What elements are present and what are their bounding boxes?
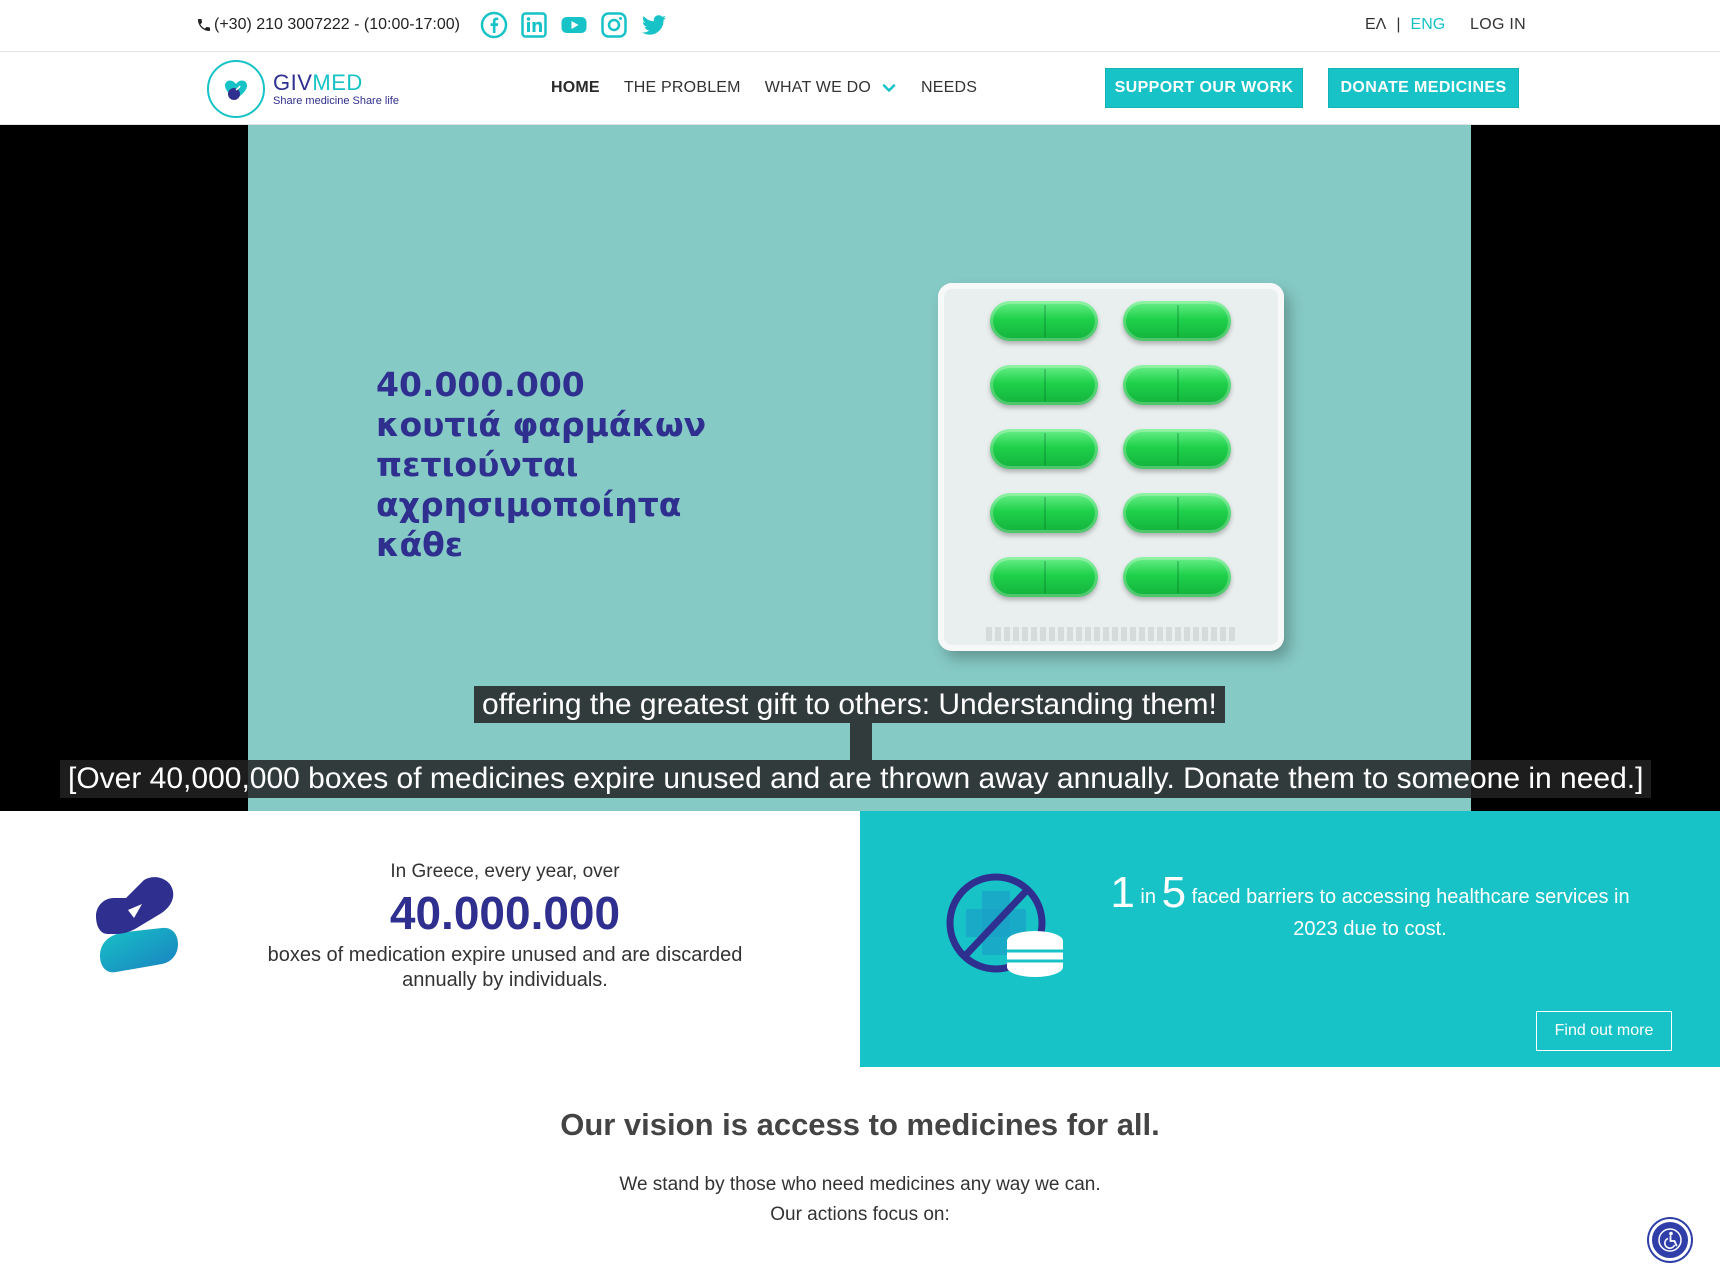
vision-subtext: We stand by those who need medicines any… — [0, 1170, 1720, 1230]
hero-line: 40.000.000 — [376, 365, 585, 404]
vision-line-1: We stand by those who need medicines any… — [619, 1174, 1101, 1195]
nav-item-needs[interactable]: NEEDS — [921, 79, 977, 97]
donate-medicines-button[interactable]: DONATE MEDICINES — [1328, 68, 1519, 108]
vision-line-2: Our actions focus on: — [770, 1204, 950, 1225]
logo-name: GIVMED — [273, 69, 363, 95]
givmed-logo[interactable]: GIVMED Share medicine Share life — [207, 60, 399, 118]
lang-greek[interactable]: ΕΛ — [1365, 16, 1386, 34]
stat-prefix: In Greece, every year, over — [390, 861, 620, 882]
stat-description: boxes of medication expire unused and ar… — [267, 944, 743, 991]
hero-greek-headline: 40.000.000 κουτιά φαρμάκων πετιούνται αχ… — [376, 365, 706, 565]
language-switcher: ΕΛ | ENG — [1365, 16, 1445, 34]
nav-menu: HOME THE PROBLEM WHAT WE DO NEEDS — [551, 79, 1001, 97]
find-out-more-button[interactable]: Find out more — [1536, 1011, 1672, 1051]
hero-line: κουτιά φαρμάκων — [376, 405, 707, 444]
facebook-icon[interactable] — [480, 11, 508, 39]
pills-stat-icon — [96, 877, 178, 973]
ratio-numerator: 1 — [1110, 868, 1135, 917]
video-caption-top: offering the greatest gift to others: Un… — [474, 686, 1225, 723]
hero-line: αχρησιμοποίητα — [376, 485, 682, 524]
lang-separator: | — [1396, 16, 1401, 33]
youtube-icon[interactable] — [560, 11, 588, 39]
accessibility-button[interactable] — [1649, 1219, 1691, 1261]
nav-item-home[interactable]: HOME — [551, 79, 600, 97]
twitter-icon[interactable] — [640, 11, 668, 39]
phone-text: (+30) 210 3007222 - (10:00-17:00) — [214, 16, 460, 33]
top-bar: (+30) 210 3007222 - (10:00-17:00) ΕΛ | E… — [0, 0, 1720, 52]
caption-connector — [850, 723, 872, 760]
stat-healthcare-barriers: 1 in 5 faced barriers to accessing healt… — [860, 811, 1720, 1067]
logo-heart-icon — [207, 60, 265, 118]
hero-line: πετιούνται — [376, 445, 579, 484]
nav-item-what-we-do[interactable]: WHAT WE DO — [765, 79, 897, 97]
ratio-text: faced barriers to accessing healthcare s… — [1191, 886, 1630, 940]
linkedin-icon[interactable] — [520, 11, 548, 39]
accessibility-icon — [1658, 1228, 1682, 1252]
stat-big-number: 40.000.000 — [389, 887, 621, 939]
nav-item-what-we-do-label: WHAT WE DO — [764, 79, 871, 96]
lang-english[interactable]: ENG — [1411, 16, 1446, 34]
phone-icon — [198, 19, 210, 31]
vision-heading: Our vision is access to medicines for al… — [560, 1107, 1160, 1142]
chevron-down-icon — [882, 84, 896, 92]
nav-item-the-problem[interactable]: THE PROBLEM — [624, 79, 741, 97]
login-link[interactable]: LOG IN — [1470, 16, 1526, 34]
stat-boxes-expire: In Greece, every year, over 40.000.000 b… — [0, 811, 860, 1067]
logo-tagline: Share medicine Share life — [273, 94, 399, 107]
pill-blister-pack-image — [938, 283, 1284, 651]
ratio-in: in — [1140, 886, 1156, 908]
ratio-statement: 1 in 5 faced barriers to accessing healt… — [1100, 871, 1640, 945]
instagram-icon[interactable] — [600, 11, 628, 39]
no-access-coins-icon — [946, 873, 1063, 977]
phone-contact[interactable]: (+30) 210 3007222 - (10:00-17:00) — [196, 16, 460, 34]
main-navbar: GIVMED Share medicine Share life HOME TH… — [0, 53, 1720, 125]
support-our-work-button[interactable]: SUPPORT OUR WORK — [1105, 68, 1303, 108]
social-links — [480, 11, 668, 39]
hero-line: κάθε — [376, 525, 464, 564]
ratio-denominator: 5 — [1161, 868, 1187, 917]
video-caption-bottom: [Over 40,000,000 boxes of medicines expi… — [60, 760, 1652, 798]
